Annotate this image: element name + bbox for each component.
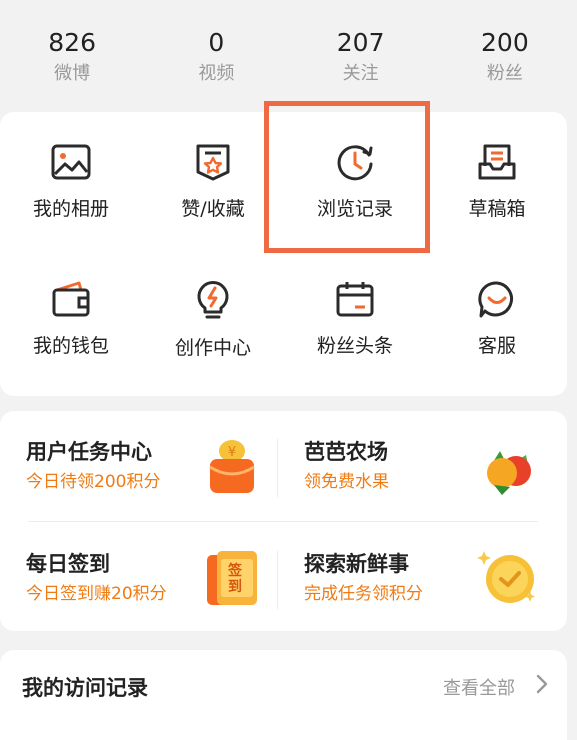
task-user-center[interactable]: 用户任务中心 今日待领200积分 — [26, 439, 160, 493]
divider — [28, 521, 538, 522]
grid-item-label: 我的钱包 — [32, 335, 109, 357]
grid-item-label: 草稿箱 — [468, 198, 526, 220]
stat-label: 微博 — [54, 63, 91, 84]
task-title: 探索新鲜事 — [304, 552, 409, 576]
stat-weibo[interactable]: 826 微博 — [0, 0, 144, 100]
task-subtitle: 今日待领200积分 — [26, 472, 161, 492]
task-subtitle: 今日签到赚20积分 — [26, 584, 167, 604]
favorite-badge-icon — [196, 144, 230, 181]
photo-album-icon — [51, 144, 91, 180]
divider — [277, 551, 278, 609]
drafts-tray-icon — [478, 144, 516, 180]
grid-item-fans-headline[interactable]: 粉丝头条 — [284, 279, 426, 409]
grid-item-album[interactable]: 我的相册 — [0, 142, 142, 272]
stat-value: 200 — [481, 28, 529, 57]
svg-text:¥: ¥ — [228, 445, 236, 460]
bulb-lightning-icon — [197, 281, 229, 319]
task-card: 用户任务中心 今日待领200积分 ¥ 芭芭农场 领免费水果 每日签到 今日签到赚… — [0, 411, 567, 631]
stat-video[interactable]: 0 视频 — [144, 0, 288, 100]
stat-label: 关注 — [342, 63, 379, 84]
chevron-right-icon[interactable] — [536, 674, 548, 694]
wallet-icon — [52, 281, 90, 317]
task-title: 每日签到 — [26, 552, 110, 576]
divider — [277, 439, 278, 497]
task-subtitle: 领免费水果 — [304, 472, 389, 492]
view-all-link[interactable]: 查看全部 — [443, 674, 515, 700]
coin-gift-icon: ¥ — [209, 440, 255, 493]
grid-item-label: 我的相册 — [32, 198, 109, 220]
stat-label: 粉丝 — [486, 63, 523, 84]
grid-item-label: 赞/收藏 — [181, 198, 245, 220]
task-title: 芭芭农场 — [304, 440, 388, 464]
grid-item-favorites[interactable]: 赞/收藏 — [142, 142, 284, 272]
stat-value: 826 — [48, 28, 96, 57]
task-explore[interactable]: 探索新鲜事 完成任务领积分 — [304, 551, 423, 605]
visit-records-card: 我的访问记录 查看全部 — [0, 650, 567, 740]
stat-following[interactable]: 207 关注 — [289, 0, 433, 100]
grid-item-drafts[interactable]: 草稿箱 — [426, 142, 568, 272]
grid-item-customer-service[interactable]: 客服 — [426, 279, 568, 409]
stat-fans[interactable]: 200 粉丝 — [433, 0, 577, 100]
section-title: 我的访问记录 — [22, 676, 148, 700]
grid-item-wallet[interactable]: 我的钱包 — [0, 279, 142, 409]
task-subtitle: 完成任务领积分 — [304, 584, 423, 604]
grid-item-label: 客服 — [477, 335, 516, 357]
task-daily-checkin[interactable]: 每日签到 今日签到赚20积分 — [26, 551, 167, 605]
grid-item-label: 创作中心 — [174, 337, 251, 359]
calendar-icon — [336, 282, 374, 317]
highlight-box — [264, 101, 430, 253]
checkin-label: 签到 — [228, 563, 242, 595]
grid-item-label: 粉丝头条 — [316, 335, 393, 357]
stat-value: 207 — [336, 28, 385, 57]
task-title: 用户任务中心 — [26, 440, 152, 464]
chat-smile-icon — [478, 281, 513, 318]
task-farm[interactable]: 芭芭农场 领免费水果 — [304, 439, 389, 493]
fruit-icon — [487, 451, 531, 495]
gold-check-coin-icon — [477, 551, 535, 603]
profile-stats: 826 微博 0 视频 207 关注 200 粉丝 — [0, 0, 577, 100]
stat-label: 视频 — [198, 63, 235, 84]
grid-item-creator[interactable]: 创作中心 — [142, 279, 284, 409]
stat-value: 0 — [208, 28, 225, 57]
